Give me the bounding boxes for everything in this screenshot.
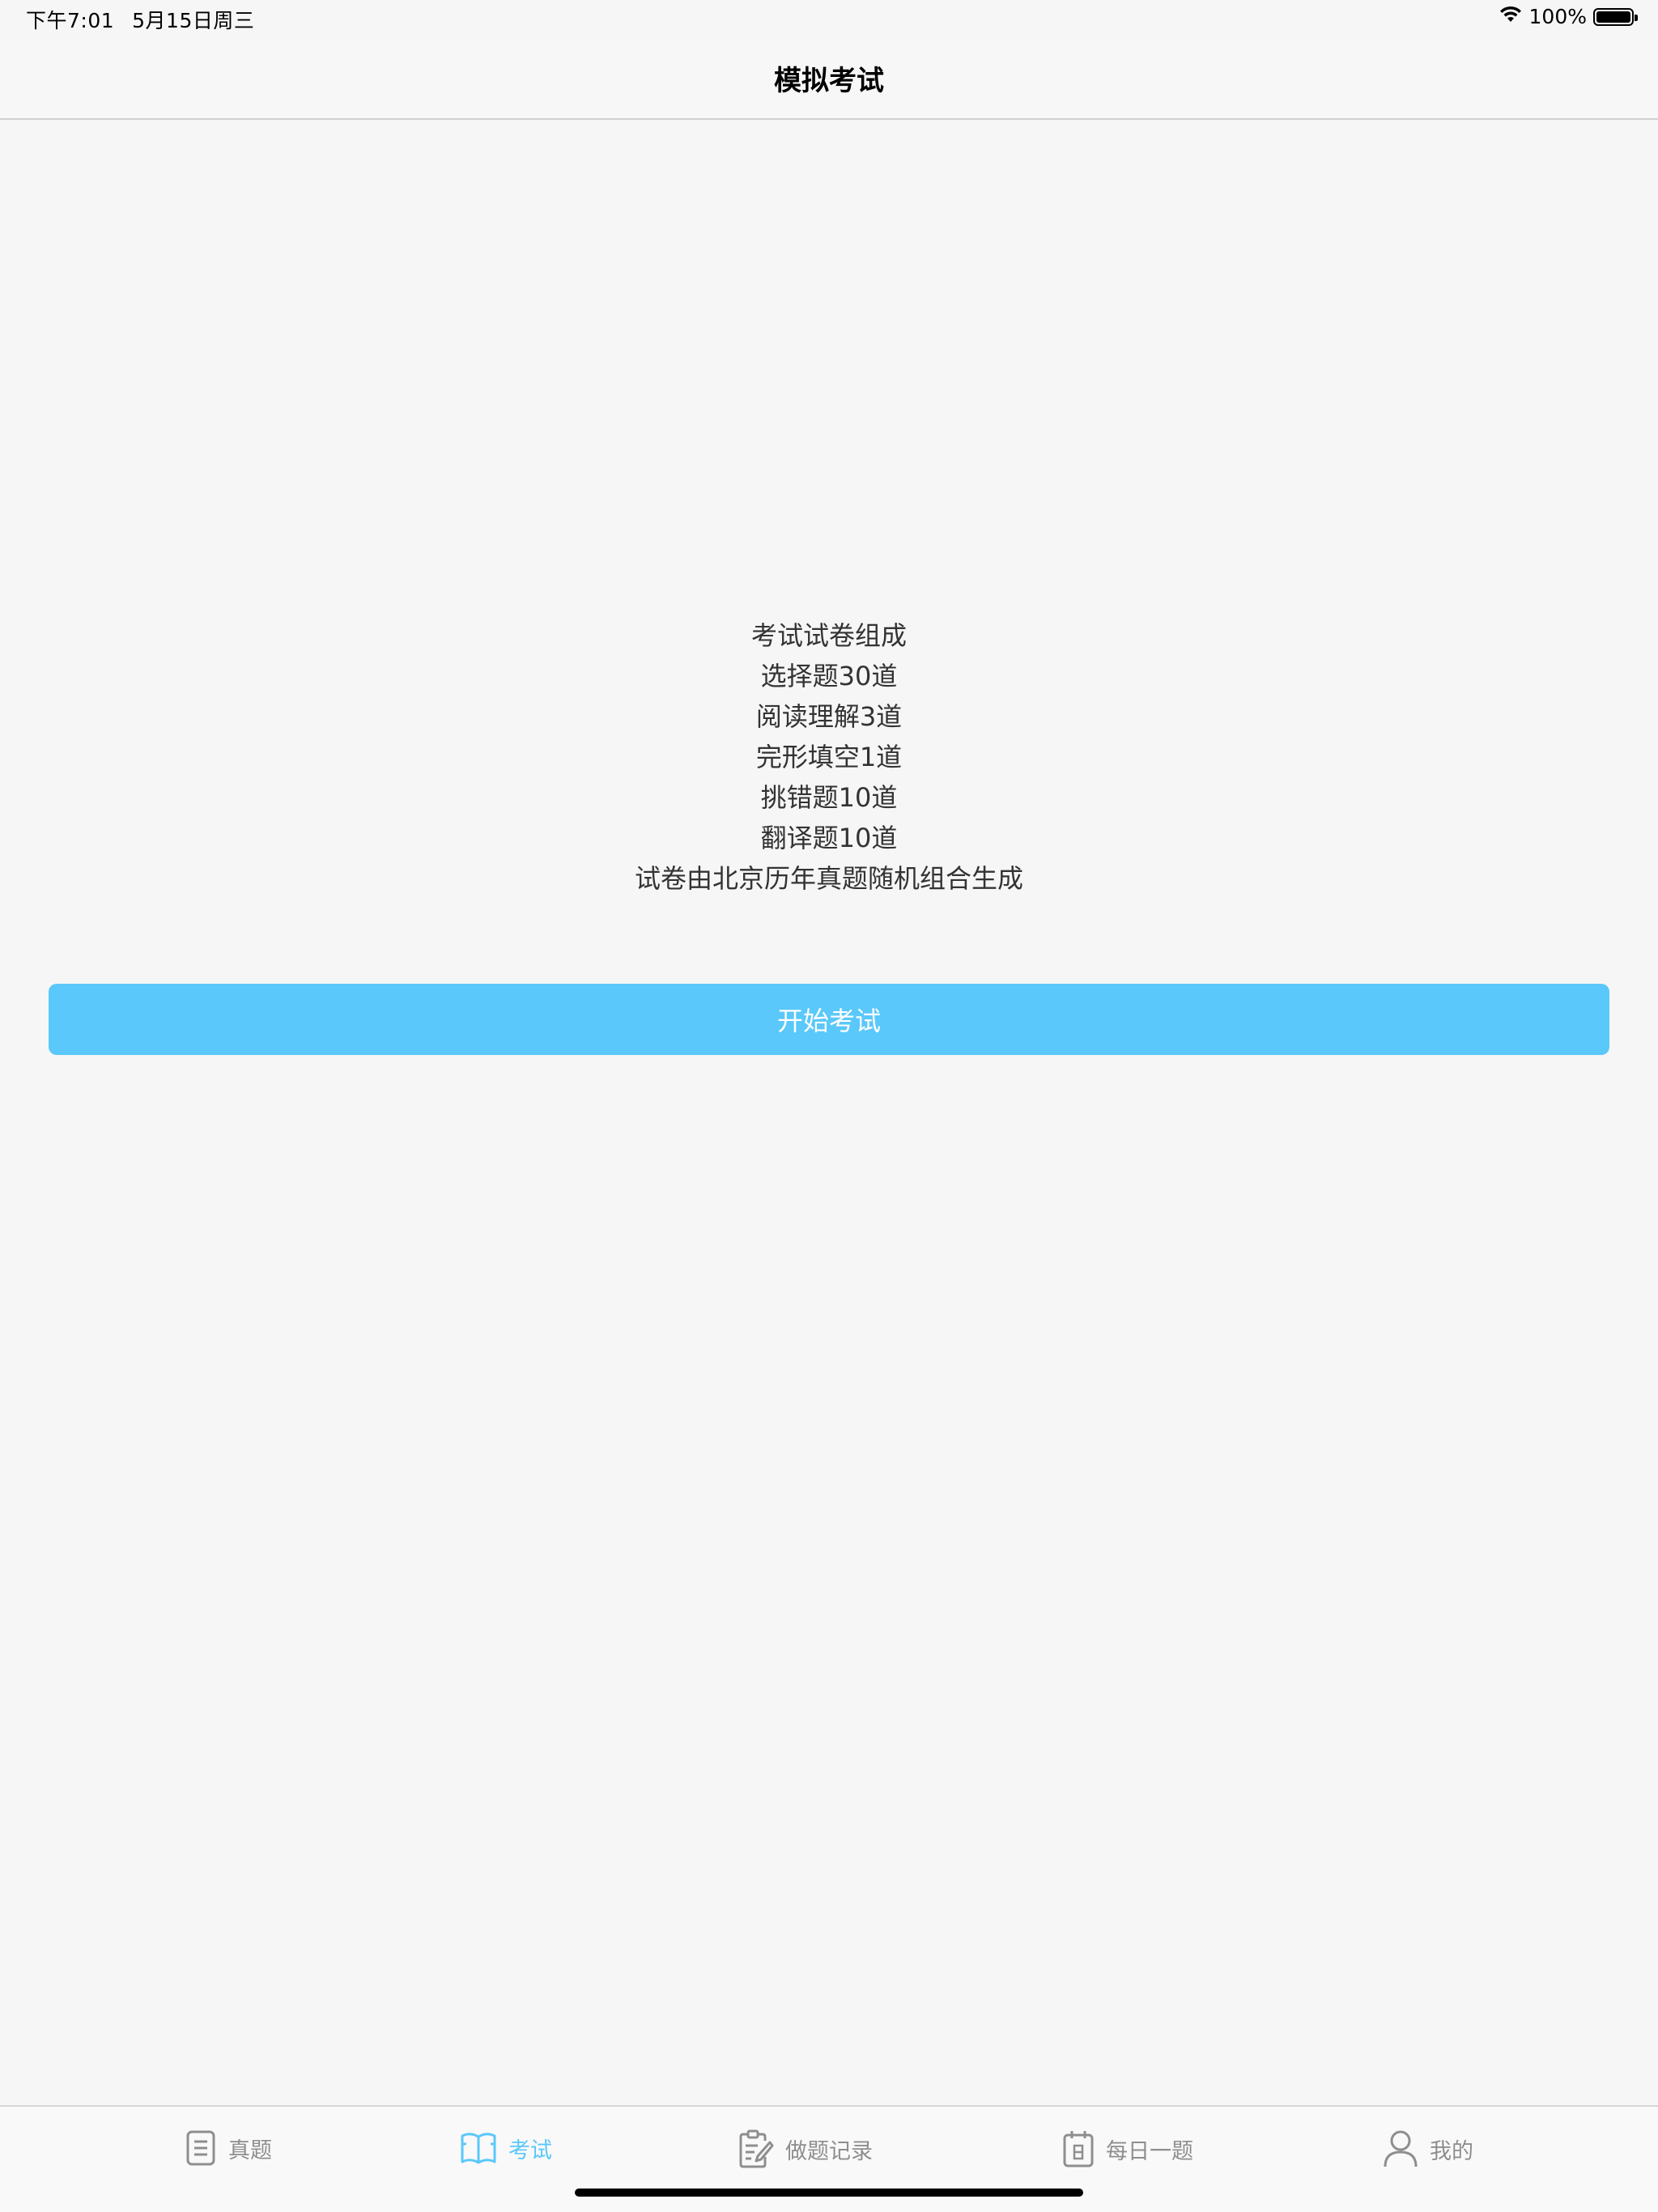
battery-icon — [1593, 7, 1638, 26]
info-line-cloze: 完形填空1道 — [755, 742, 903, 772]
tab-exam[interactable]: 考试 — [460, 2129, 552, 2167]
info-line-composition-title: 考试试卷组成 — [750, 620, 907, 651]
status-left: 下午7:01 5月15日周三 — [26, 5, 254, 34]
screen: 下午7:01 5月15日周三 100% 模拟考试 考试试卷组成 选择题30道 阅 — [0, 0, 1658, 2212]
clipboard-edit-icon — [738, 2129, 774, 2168]
status-bar: 下午7:01 5月15日周三 100% — [0, 0, 1658, 39]
tab-label: 做题记录 — [785, 2138, 873, 2164]
navigation-bar: 模拟考试 — [0, 39, 1658, 120]
info-line-multiple-choice: 选择题30道 — [760, 661, 898, 691]
exam-info: 考试试卷组成 选择题30道 阅读理解3道 完形填空1道 挑错题10道 翻译题10… — [0, 615, 1658, 899]
info-line-translation: 翻译题10道 — [760, 823, 898, 853]
battery-cap — [1635, 14, 1638, 21]
status-date: 5月15日周三 — [132, 9, 255, 32]
tab-label: 考试 — [508, 2138, 552, 2163]
tab-label: 我的 — [1430, 2138, 1473, 2164]
tab-practice-records[interactable]: 做题记录 — [738, 2129, 873, 2168]
start-exam-button[interactable]: 开始考试 — [49, 984, 1609, 1055]
home-indicator[interactable] — [575, 2189, 1083, 2197]
tab-profile[interactable]: 我的 — [1383, 2129, 1473, 2168]
info-line-reading: 阅读理解3道 — [755, 701, 903, 732]
tab-daily-question[interactable]: 每日一题 — [1062, 2129, 1193, 2168]
person-icon — [1383, 2129, 1418, 2168]
tab-real-questions[interactable]: 真题 — [185, 2129, 272, 2167]
tab-label: 每日一题 — [1106, 2138, 1193, 2164]
book-icon — [460, 2129, 497, 2167]
wifi-icon — [1499, 5, 1523, 28]
info-line-source-note: 试卷由北京历年真题随机组合生成 — [634, 863, 1023, 894]
info-line-error-correction: 挑错题10道 — [760, 782, 898, 813]
battery-fill — [1596, 11, 1630, 23]
page-title: 模拟考试 — [774, 65, 884, 97]
status-time: 下午7:01 — [26, 9, 115, 32]
battery-percent: 100% — [1528, 5, 1587, 28]
status-right: 100% — [1499, 5, 1638, 28]
tab-label: 真题 — [228, 2138, 272, 2163]
calendar-icon — [1062, 2129, 1095, 2168]
document-icon — [185, 2129, 217, 2167]
